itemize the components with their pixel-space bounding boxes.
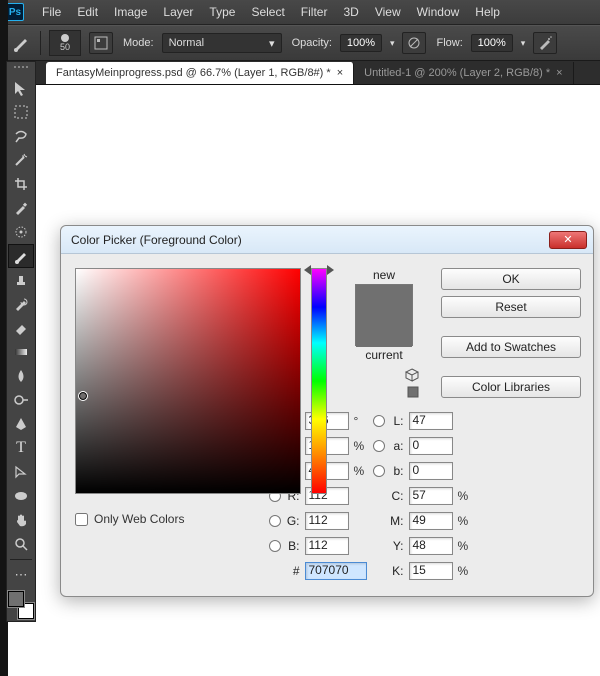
opacity-label: Opacity:: [292, 37, 332, 49]
color-field[interactable]: [75, 268, 301, 494]
menu-type[interactable]: Type: [201, 5, 243, 19]
toolbox: T ⋯: [6, 61, 36, 622]
label-g: G:: [286, 514, 302, 528]
move-tool-icon[interactable]: [8, 76, 34, 100]
gradient-tool-icon[interactable]: [8, 340, 34, 364]
pressure-opacity-icon[interactable]: [402, 32, 426, 54]
airbrush-icon[interactable]: [533, 32, 557, 54]
eraser-tool-icon[interactable]: [8, 316, 34, 340]
flow-input[interactable]: 100%: [471, 34, 513, 52]
healing-tool-icon[interactable]: [8, 220, 34, 244]
zoom-tool-icon[interactable]: [8, 532, 34, 556]
dodge-tool-icon[interactable]: [8, 388, 34, 412]
close-icon[interactable]: ×: [556, 67, 562, 79]
crop-tool-icon[interactable]: [8, 172, 34, 196]
flow-label: Flow:: [436, 37, 462, 49]
chevron-down-icon[interactable]: ▾: [521, 38, 526, 49]
hand-tool-icon[interactable]: [8, 508, 34, 532]
color-libraries-button[interactable]: Color Libraries: [441, 376, 581, 398]
label-bl: b:: [390, 464, 406, 478]
cube-icon[interactable]: [405, 368, 419, 382]
eyedropper-tool-icon[interactable]: [8, 196, 34, 220]
input-bc[interactable]: 112: [305, 537, 349, 555]
label-l: L:: [390, 414, 406, 428]
history-brush-icon[interactable]: [8, 292, 34, 316]
label-bc: B:: [286, 539, 302, 553]
web-colors-checkbox[interactable]: Only Web Colors: [75, 512, 301, 526]
brush-tool-icon[interactable]: [8, 244, 34, 268]
radio-l[interactable]: [373, 415, 385, 427]
reset-button[interactable]: Reset: [441, 296, 581, 318]
tab-inactive[interactable]: Untitled-1 @ 200% (Layer 2, RGB/8) *×: [354, 62, 573, 84]
menu-image[interactable]: Image: [106, 5, 155, 19]
label-hash: #: [286, 564, 302, 578]
label-k: K:: [390, 564, 406, 578]
radio-bc[interactable]: [269, 540, 281, 552]
stamp-tool-icon[interactable]: [8, 268, 34, 292]
edit-toolbar-icon[interactable]: ⋯: [8, 563, 34, 587]
brush-panel-toggle-icon[interactable]: [89, 32, 113, 54]
type-tool-icon[interactable]: T: [8, 436, 34, 460]
label-a: a:: [390, 439, 406, 453]
chevron-down-icon[interactable]: ▾: [390, 38, 395, 49]
label-m: M:: [390, 514, 406, 528]
menu-file[interactable]: File: [34, 5, 69, 19]
menu-help[interactable]: Help: [467, 5, 508, 19]
brush-size-picker[interactable]: 50: [49, 30, 81, 56]
current-label: current: [365, 348, 402, 362]
pen-tool-icon[interactable]: [8, 412, 34, 436]
lasso-tool-icon[interactable]: [8, 124, 34, 148]
ok-button[interactable]: OK: [441, 268, 581, 290]
opacity-input[interactable]: 100%: [340, 34, 382, 52]
picker-cursor-icon[interactable]: [78, 391, 88, 401]
chevron-down-icon: ▾: [269, 37, 275, 50]
radio-a[interactable]: [373, 440, 385, 452]
label-c: C:: [390, 489, 406, 503]
path-select-icon[interactable]: [8, 460, 34, 484]
brush-icon[interactable]: [10, 32, 32, 54]
mode-label: Mode:: [123, 37, 154, 49]
menu-3d[interactable]: 3D: [335, 5, 366, 19]
tab-active[interactable]: FantasyMeinprogress.psd @ 66.7% (Layer 1…: [46, 62, 354, 84]
color-picker-dialog: Color Picker (Foreground Color) ✕ Only W…: [60, 225, 594, 597]
panel-grip[interactable]: [9, 66, 33, 72]
label-y: Y:: [390, 539, 406, 553]
color-preview[interactable]: [355, 284, 413, 346]
options-bar: 50 Mode: Normal ▾ Opacity: 100% ▾ Flow: …: [0, 25, 600, 61]
menu-layer[interactable]: Layer: [155, 5, 201, 19]
dialog-title: Color Picker (Foreground Color): [71, 233, 242, 247]
menu-filter[interactable]: Filter: [293, 5, 336, 19]
menubar: Ps File Edit Image Layer Type Select Fil…: [0, 0, 600, 25]
new-label: new: [373, 268, 395, 282]
blend-mode-select[interactable]: Normal ▾: [162, 33, 282, 53]
document-tabs: FantasyMeinprogress.psd @ 66.7% (Layer 1…: [0, 61, 600, 85]
blur-tool-icon[interactable]: [8, 364, 34, 388]
radio-bl[interactable]: [373, 465, 385, 477]
input-g[interactable]: 112: [305, 512, 349, 530]
menu-window[interactable]: Window: [409, 5, 468, 19]
fg-swatch[interactable]: [8, 591, 24, 607]
hue-slider[interactable]: [311, 268, 327, 494]
radio-g[interactable]: [269, 515, 281, 527]
close-button[interactable]: ✕: [549, 231, 587, 249]
shape-tool-icon[interactable]: [8, 484, 34, 508]
marquee-tool-icon[interactable]: [8, 100, 34, 124]
menu-edit[interactable]: Edit: [69, 5, 106, 19]
app-logo: Ps: [6, 3, 24, 21]
swatch-icon[interactable]: [407, 386, 419, 398]
add-swatches-button[interactable]: Add to Swatches: [441, 336, 581, 358]
close-icon[interactable]: ×: [337, 67, 343, 79]
wand-tool-icon[interactable]: [8, 148, 34, 172]
input-hex[interactable]: 707070: [305, 562, 367, 580]
color-swatches[interactable]: [8, 591, 34, 619]
dialog-titlebar[interactable]: Color Picker (Foreground Color) ✕: [61, 226, 593, 254]
menu-select[interactable]: Select: [243, 5, 292, 19]
menu-view[interactable]: View: [367, 5, 409, 19]
